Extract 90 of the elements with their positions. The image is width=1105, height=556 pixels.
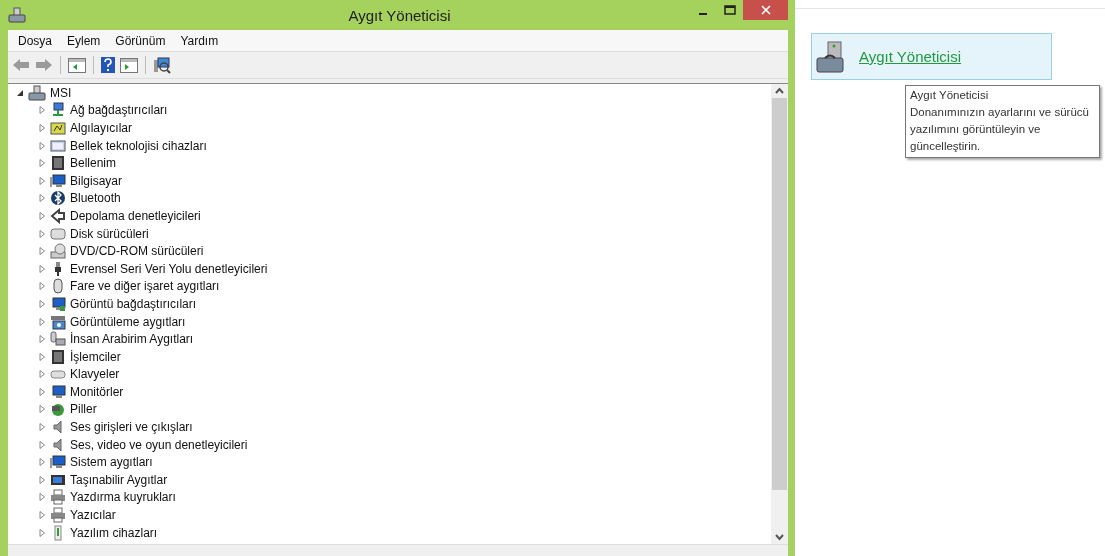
collapsed-arrow-icon[interactable] — [38, 176, 46, 185]
tree-item[interactable]: Yazıcılar — [70, 508, 116, 523]
scrollbar[interactable] — [771, 84, 788, 544]
collapsed-arrow-icon[interactable] — [38, 247, 46, 256]
scroll-thumb[interactable] — [772, 98, 787, 490]
expanded-arrow-icon[interactable] — [16, 88, 24, 97]
tree-item[interactable]: Ses girişleri ve çıkışları — [70, 420, 193, 435]
tree-item[interactable]: Depolama denetleyicileri — [70, 208, 201, 223]
collapsed-arrow-icon[interactable] — [38, 475, 46, 484]
tree-item[interactable]: Bellenim — [70, 156, 117, 171]
collapsed-arrow-icon[interactable] — [38, 528, 46, 537]
tree-item[interactable]: Algılayıcılar — [70, 121, 133, 135]
menu-item[interactable]: Eylem — [67, 33, 101, 48]
console-tree-icon[interactable] — [68, 57, 86, 73]
collapsed-arrow-icon[interactable] — [38, 370, 46, 379]
collapsed-arrow-icon[interactable] — [38, 159, 46, 168]
tree-item[interactable]: İnsan Arabirim Aygıtları — [70, 332, 194, 347]
computer-icon — [28, 84, 46, 101]
tree-item[interactable]: Evrensel Seri Veri Yolu denetleyicileri — [70, 261, 268, 276]
minimize-icon — [698, 12, 707, 15]
collapsed-arrow-icon[interactable] — [38, 458, 46, 467]
battery-icon — [50, 401, 66, 418]
input-device-icon — [50, 331, 66, 348]
collapsed-arrow-icon[interactable] — [38, 317, 46, 326]
collapsed-arrow-icon[interactable] — [38, 511, 46, 520]
collapsed-arrow-icon[interactable] — [38, 264, 46, 273]
tooltip-title: Aygıt Yöneticisi — [910, 88, 990, 103]
collapsed-arrow-icon[interactable] — [38, 493, 46, 502]
menu-item[interactable]: Görünüm — [115, 33, 166, 48]
tree-item[interactable]: Bilgisayar — [70, 173, 123, 188]
printer-icon — [50, 507, 66, 524]
tree-item[interactable]: Ses, video ve oyun denetleyicileri — [70, 437, 248, 452]
camera-icon — [50, 313, 66, 330]
memory-card-icon — [50, 137, 66, 154]
storage-controller-icon — [50, 207, 66, 224]
network-icon — [50, 102, 66, 119]
display-adapter-icon — [50, 295, 66, 312]
chip-icon — [50, 155, 66, 172]
collapsed-arrow-icon[interactable] — [38, 229, 46, 238]
back-icon[interactable] — [12, 58, 30, 72]
device-manager-icon — [8, 7, 26, 23]
collapsed-arrow-icon[interactable] — [38, 440, 46, 449]
collapsed-arrow-icon[interactable] — [38, 299, 46, 308]
tree-item[interactable]: Disk sürücüleri — [70, 226, 149, 241]
tooltip-text: Donanımınızın ayarlarını ve sürücü yazılımını görüntüleyin ve güncelleştirin. — [910, 105, 1090, 154]
monitor-icon — [50, 383, 66, 400]
sensor-icon — [50, 120, 66, 136]
collapsed-arrow-icon[interactable] — [38, 423, 46, 432]
collapsed-arrow-icon[interactable] — [38, 335, 46, 344]
collapsed-arrow-icon[interactable] — [38, 405, 46, 414]
tree-item[interactable]: Bluetooth — [70, 191, 121, 206]
tree-item[interactable]: DVD/CD-ROM sürücüleri — [70, 244, 204, 259]
tree-item[interactable]: İşlemciler — [70, 349, 121, 364]
tree-item[interactable]: Taşınabilir Aygıtlar — [70, 472, 168, 487]
collapsed-arrow-icon[interactable] — [38, 124, 46, 132]
scan-hardware-icon[interactable] — [153, 56, 171, 74]
tree-item[interactable]: Piller — [70, 402, 97, 417]
printer-icon — [50, 489, 66, 506]
tree-item[interactable]: MSI — [50, 85, 72, 100]
maximize-icon — [723, 5, 736, 15]
collapsed-arrow-icon[interactable] — [38, 194, 46, 203]
tree-item[interactable]: Yazılım cihazları — [70, 525, 158, 540]
close-icon — [760, 5, 771, 15]
tree-item[interactable]: Monitörler — [70, 384, 124, 399]
collapsed-arrow-icon[interactable] — [38, 141, 46, 150]
menu-item[interactable]: Dosya — [18, 33, 52, 48]
bluetooth-icon — [50, 190, 66, 207]
tree-item[interactable]: Fare ve diğer işaret aygıtları — [70, 279, 220, 294]
window-title: Aygıt Yöneticisi — [347, 6, 452, 24]
tree-item[interactable]: Klavyeler — [70, 367, 120, 382]
help-icon[interactable] — [101, 57, 115, 73]
processor-icon — [50, 348, 66, 365]
collapsed-arrow-icon[interactable] — [38, 211, 46, 220]
tree-item[interactable]: Yazdırma kuyrukları — [70, 490, 176, 505]
collapsed-arrow-icon[interactable] — [38, 387, 46, 396]
collapsed-arrow-icon[interactable] — [38, 106, 46, 115]
action-pane-icon[interactable] — [120, 57, 138, 73]
tree-item[interactable]: Görüntü bağdaştırıcıları — [70, 296, 197, 311]
tree-item[interactable]: Bellek teknolojisi cihazları — [70, 138, 207, 153]
optical-drive-icon — [50, 243, 66, 260]
collapsed-arrow-icon[interactable] — [38, 352, 46, 361]
menu-item[interactable]: Yardım — [180, 33, 219, 48]
collapsed-arrow-icon[interactable] — [38, 282, 46, 291]
disk-drive-icon — [50, 225, 66, 242]
tree-item[interactable]: Ağ bağdaştırıcıları — [70, 103, 168, 118]
computer-icon — [50, 454, 66, 471]
tree-item[interactable]: Sistem aygıtları — [70, 455, 153, 470]
tree-item[interactable]: Görüntüleme aygıtları — [70, 314, 186, 329]
forward-icon[interactable] — [35, 58, 53, 72]
computer-icon — [50, 172, 66, 189]
